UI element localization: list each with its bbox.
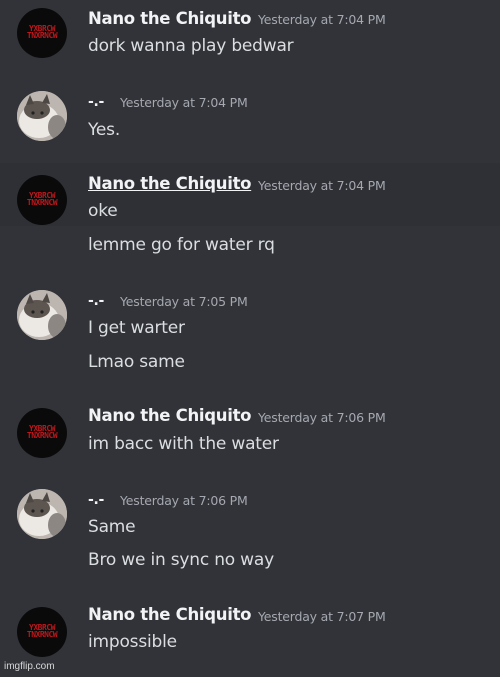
avatar[interactable]: YXBRCW TNXRNCW <box>17 175 67 225</box>
author-name[interactable]: -.- <box>88 492 104 508</box>
timestamp: Yesterday at 7:07 PM <box>258 609 386 624</box>
author-name[interactable]: Nano the Chiquito <box>88 406 251 425</box>
watermark: imgflip.com <box>4 661 55 672</box>
timestamp: Yesterday at 7:06 PM <box>258 410 386 425</box>
avatar-logo: YXBRCW TNXRNCW <box>26 623 58 639</box>
avatar-logo: YXBRCW TNXRNCW <box>26 424 58 440</box>
avatar[interactable]: YXBRCW TNXRNCW <box>17 408 67 458</box>
message-group[interactable]: -.- Yesterday at 7:04 PM Yes. <box>0 80 500 160</box>
avatar-logo: YXBRCW TNXRNCW <box>26 24 58 40</box>
message-group[interactable]: YXBRCW TNXRNCW Nano the Chiquito Yesterda… <box>0 596 500 666</box>
avatar-logo: YXBRCW TNXRNCW <box>26 191 58 207</box>
timestamp: Yesterday at 7:04 PM <box>120 95 248 110</box>
message-group[interactable]: -.- Yesterday at 7:06 PM Same Bro we in … <box>0 480 500 590</box>
cat-photo <box>17 91 67 141</box>
message-text: Same <box>88 517 136 537</box>
author-name[interactable]: Nano the Chiquito <box>88 9 251 28</box>
message-text: Bro we in sync no way <box>88 550 274 570</box>
timestamp: Yesterday at 7:04 PM <box>258 178 386 193</box>
message-group[interactable]: YXBRCW TNXRNCW Nano the Chiquito Yesterda… <box>0 396 500 472</box>
message-text: impossible <box>88 632 177 652</box>
message-text: oke <box>88 201 118 221</box>
message-group[interactable]: YXBRCW TNXRNCW Nano the Chiquito Yesterda… <box>0 0 500 80</box>
avatar[interactable] <box>17 489 67 539</box>
message-continuation[interactable]: lemme go for water rq <box>0 226 500 266</box>
message-text: dork wanna play bedwar <box>88 36 294 56</box>
timestamp: Yesterday at 7:06 PM <box>120 493 248 508</box>
author-name[interactable]: -.- <box>88 293 104 309</box>
message-group[interactable]: YXBRCW TNXRNCW Nano the Chiquito Yesterda… <box>0 163 500 226</box>
avatar[interactable] <box>17 290 67 340</box>
cat-photo <box>17 290 67 340</box>
author-name[interactable]: -.- <box>88 94 104 110</box>
message-text: Lmao same <box>88 352 185 372</box>
message-text: lemme go for water rq <box>88 235 275 255</box>
message-text: Yes. <box>88 120 121 140</box>
cat-photo <box>17 489 67 539</box>
timestamp: Yesterday at 7:04 PM <box>258 12 386 27</box>
avatar[interactable] <box>17 91 67 141</box>
author-name[interactable]: Nano the Chiquito <box>88 605 251 624</box>
message-text: I get warter <box>88 318 185 338</box>
message-group[interactable]: -.- Yesterday at 7:05 PM I get warter Lm… <box>0 280 500 390</box>
avatar[interactable]: YXBRCW TNXRNCW <box>17 8 67 58</box>
message-text: im bacc with the water <box>88 434 279 454</box>
avatar[interactable]: YXBRCW TNXRNCW <box>17 607 67 657</box>
timestamp: Yesterday at 7:05 PM <box>120 294 248 309</box>
author-name[interactable]: Nano the Chiquito <box>88 174 251 193</box>
